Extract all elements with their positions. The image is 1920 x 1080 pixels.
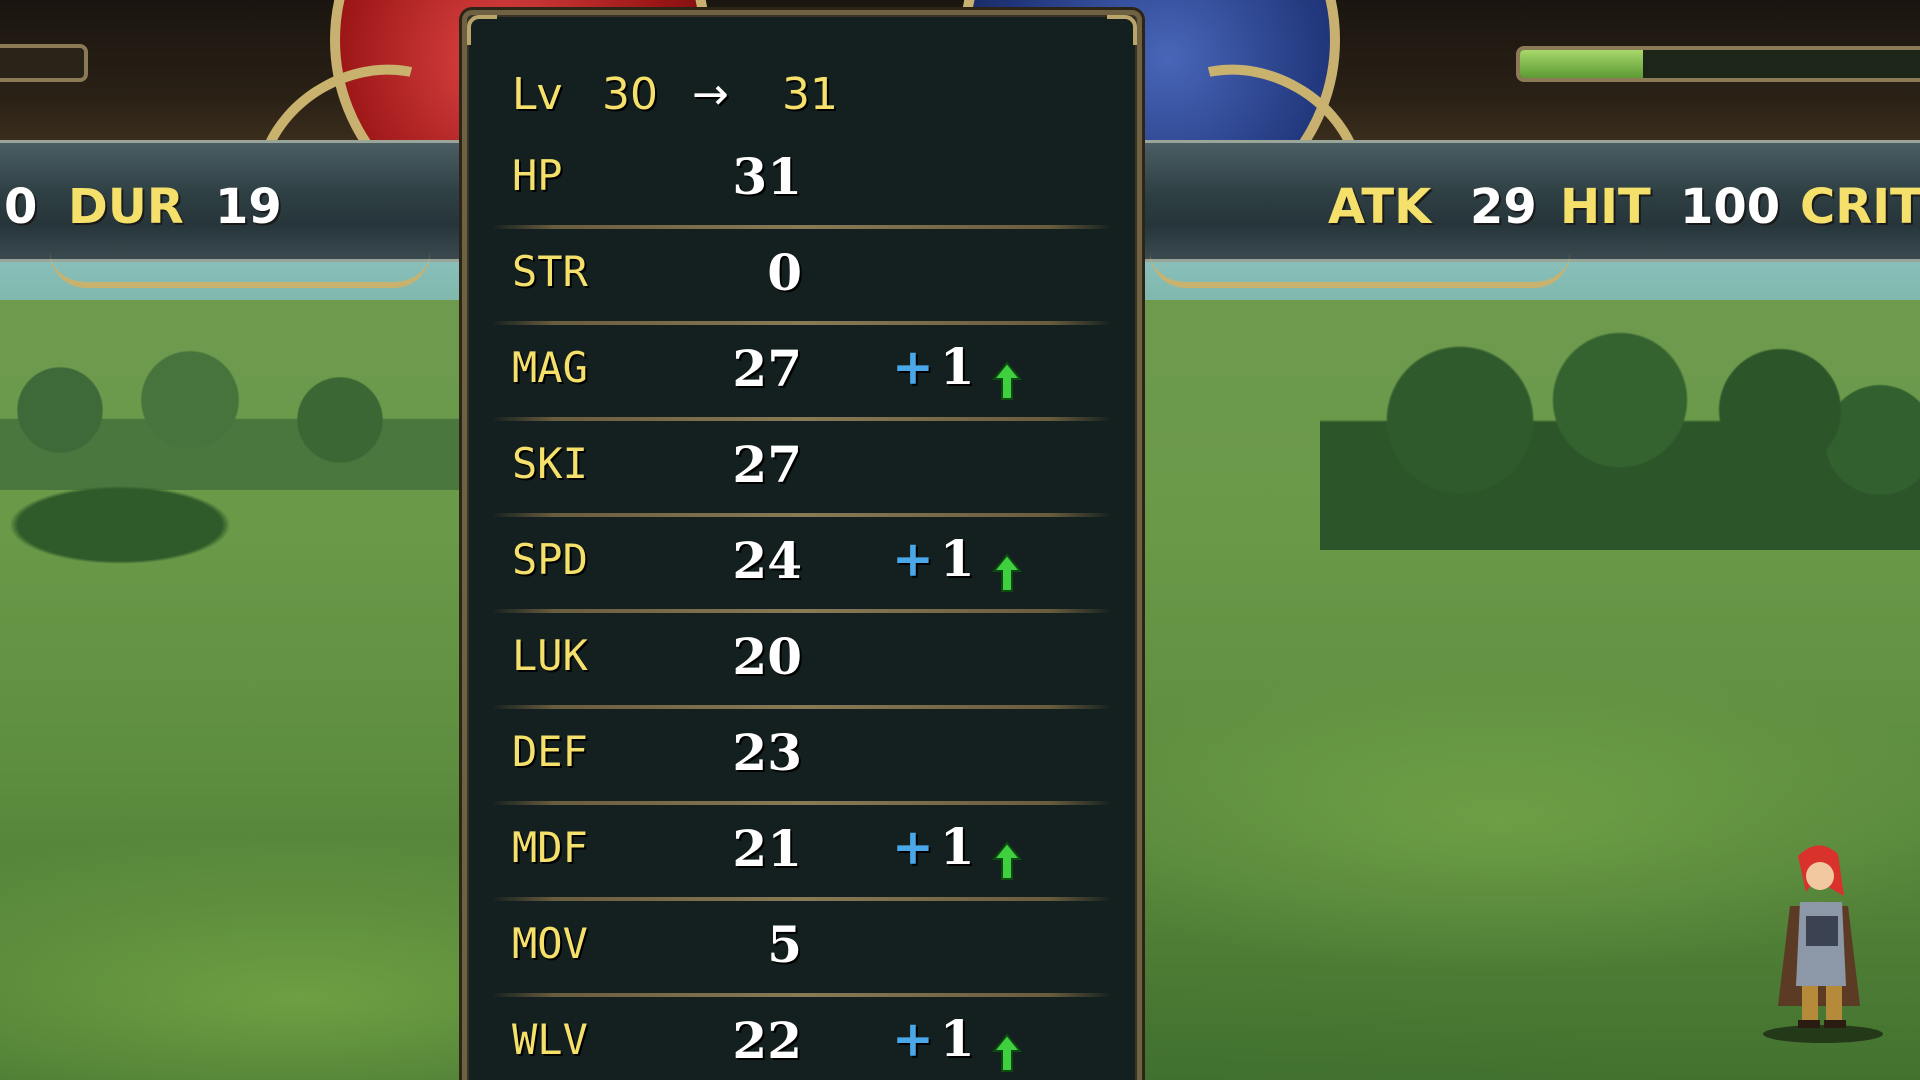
up-arrow-icon [992,361,1022,400]
stat-name: MAG [512,343,588,392]
stat-gain: +1 [892,337,975,396]
stat-name: SKI [512,439,588,488]
stat-value: 24 [732,531,802,590]
stat-value: 20 [732,627,802,686]
stat-name: MOV [512,919,588,968]
battle-scene: 0 DUR 19 ATK 29 HIT 100 CRIT Lv 30 → 31 … [0,0,1920,1080]
stat-value: 27 [732,339,802,398]
arrow-right-icon: → [692,69,729,120]
left-prefix-value: 0 [4,179,38,235]
stat-value: 0 [767,243,802,302]
stat-gain-value: 1 [939,337,975,396]
stat-value: 5 [767,915,802,974]
stat-name: STR [512,247,588,296]
up-arrow-icon [992,553,1022,592]
stat-name: LUK [512,631,588,680]
right-scroll-ornament [1150,252,1570,288]
stat-row-wlv: WLV 22 +1 [492,997,1112,1080]
plus-icon: + [892,817,934,876]
plus-icon: + [892,529,934,588]
up-arrow-icon [992,1033,1022,1072]
right-battle-stats: ATK 29 HIT 100 CRIT [1140,140,1920,262]
hit-value: 100 [1680,179,1781,235]
stat-row-mdf: MDF 21 +1 [492,805,1112,901]
stat-gain: +1 [892,817,975,876]
stat-row-hp: HP 31 [492,133,1112,229]
stat-gain: +1 [892,1009,975,1068]
stat-gain-value: 1 [939,529,975,588]
stat-value: 23 [732,723,802,782]
level-to: 31 [782,69,838,120]
durability-value: 19 [215,179,282,235]
atk-label: ATK [1328,179,1432,235]
level-row: Lv 30 → 31 [467,55,1137,135]
stat-value: 27 [732,435,802,494]
plus-icon: + [892,1009,934,1068]
stat-name: HP [512,151,563,200]
right-hp-gauge [1516,46,1920,82]
stat-row-luk: LUK 20 [492,613,1112,709]
bush [0,470,300,580]
stat-name: SPD [512,535,588,584]
stat-name: MDF [512,823,588,872]
stat-gain: +1 [892,529,975,588]
stat-row-str: STR 0 [492,229,1112,325]
stat-value: 21 [732,819,802,878]
stat-row-ski: SKI 27 [492,421,1112,517]
stat-name: WLV [512,1015,588,1064]
stat-gain-value: 1 [939,817,975,876]
stat-value: 31 [732,147,802,206]
hit-label: HIT [1560,179,1651,235]
stat-gain-value: 1 [939,1009,975,1068]
stat-row-mov: MOV 5 [492,901,1112,997]
crit-label: CRIT [1800,179,1920,235]
panel-corner-ornament [467,15,497,45]
up-arrow-icon [992,841,1022,880]
left-scroll-ornament [50,252,430,288]
durability-label: DUR [68,179,184,235]
right-hp-gauge-fill [1520,50,1644,78]
level-label: Lv [512,69,563,120]
level-up-panel: Lv 30 → 31 HP 31 STR 0 MAG 27 +1 SKI 27 SPD 24 +1 LU… [462,10,1142,1080]
atk-value: 29 [1470,179,1537,235]
stat-row-mag: MAG 27 +1 [492,325,1112,421]
stat-value: 22 [732,1011,802,1070]
stat-row-def: DEF 23 [492,709,1112,805]
tree-line-right [1320,260,1920,550]
character-sprite [1763,845,1883,1043]
stat-row-spd: SPD 24 +1 [492,517,1112,613]
plus-icon: + [892,337,934,396]
left-weapon-stats: 0 DUR 19 [0,140,460,262]
tree-line-left [0,330,470,490]
stat-name: DEF [512,727,588,776]
panel-corner-ornament [1107,15,1137,45]
left-hp-gauge [0,44,88,82]
level-from: 30 [602,69,658,120]
